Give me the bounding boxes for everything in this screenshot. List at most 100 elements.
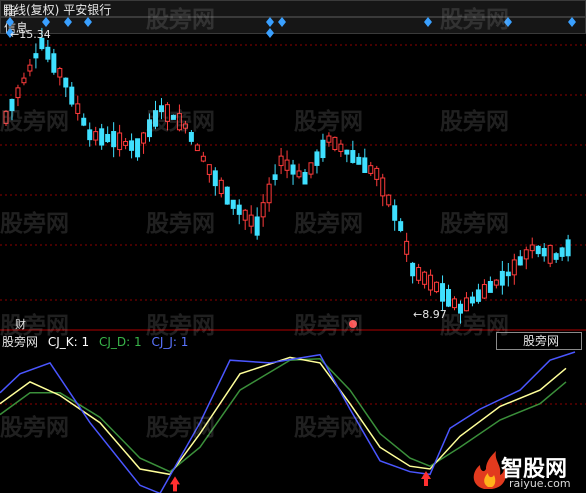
candle-body xyxy=(368,165,374,174)
event-diamond-icon xyxy=(64,17,72,27)
candle-body xyxy=(15,87,21,99)
candle-body xyxy=(547,244,553,264)
d-value: CJ_D: 1 xyxy=(98,335,142,349)
candle-body xyxy=(93,131,99,141)
candle-body xyxy=(57,68,63,78)
candle-body xyxy=(320,139,326,159)
candle-body xyxy=(135,138,141,158)
event-diamond-icon xyxy=(504,17,512,27)
candle-body xyxy=(278,155,284,167)
candle-body xyxy=(266,183,272,204)
candle-body xyxy=(422,271,428,285)
candle-body xyxy=(428,274,434,291)
candle-body xyxy=(147,119,153,138)
chart-canvas[interactable] xyxy=(0,0,586,493)
candle-body xyxy=(481,284,487,299)
candle-body xyxy=(248,214,254,227)
candle-body xyxy=(194,144,200,152)
candle-body xyxy=(463,297,469,312)
event-diamond-icon xyxy=(424,17,432,27)
candle-body xyxy=(230,199,236,209)
stock-name: 平安银行 xyxy=(63,3,112,17)
low-price-label: ←8.97 xyxy=(413,308,447,321)
candle-body xyxy=(523,249,529,260)
candle-body xyxy=(505,271,511,277)
j-value: CJ_J: 1 xyxy=(151,335,189,349)
event-diamond-icon xyxy=(266,17,274,27)
candle-body xyxy=(153,110,158,127)
candle-body xyxy=(206,164,212,175)
candle-body xyxy=(308,162,314,175)
candle-body xyxy=(254,216,260,236)
candle-body xyxy=(21,77,27,84)
chart-title: 日线(复权) 平安银行 xyxy=(2,3,111,17)
candle-body xyxy=(33,53,39,59)
candle-body xyxy=(392,205,398,221)
candle-body xyxy=(457,303,463,314)
candle-body xyxy=(302,171,308,185)
candle-body xyxy=(529,244,535,252)
k-value: CJ_K: 1 xyxy=(47,335,90,349)
candle-body xyxy=(386,194,392,206)
candle-body xyxy=(158,105,164,113)
candle-body xyxy=(350,150,356,163)
candle-body xyxy=(81,117,87,126)
indicator-name: 股旁网 xyxy=(2,335,39,349)
candle-body xyxy=(535,245,541,255)
indicator-legend: 股旁网 CJ_K: 1 CJ_D: 1 CJ_J: 1 xyxy=(2,335,194,349)
candle-body xyxy=(69,86,75,105)
candle-body xyxy=(164,104,170,122)
candle-body xyxy=(493,279,499,286)
event-diamond-icon xyxy=(84,17,92,27)
candle-body xyxy=(517,256,523,266)
candle-body xyxy=(374,167,380,180)
candle-body xyxy=(559,247,565,257)
candle-body xyxy=(487,281,493,293)
candle-body xyxy=(218,179,224,195)
candle-body xyxy=(398,221,404,231)
candle-body xyxy=(200,155,206,162)
candle-body xyxy=(87,129,93,141)
candle-body xyxy=(51,53,57,73)
candle-body xyxy=(344,149,350,155)
candle-body xyxy=(9,98,15,112)
candle-body xyxy=(356,156,362,165)
candle-body xyxy=(129,140,135,151)
candle-body xyxy=(475,289,481,302)
candle-body xyxy=(469,296,475,304)
candle-body xyxy=(182,123,188,129)
candle-body xyxy=(332,136,338,151)
candle-body xyxy=(188,131,194,142)
candle-body xyxy=(404,240,410,255)
candle-body xyxy=(99,128,105,146)
event-diamond-icon xyxy=(42,17,50,27)
candle-body xyxy=(296,170,302,178)
candle-body xyxy=(236,204,242,215)
candle-body xyxy=(410,262,416,277)
candle-body xyxy=(446,289,452,307)
candle-body xyxy=(290,164,296,175)
logo-url: raiyue.com xyxy=(509,477,571,490)
candle-body xyxy=(452,298,457,309)
event-diamond-icon xyxy=(568,17,576,27)
candle-body xyxy=(565,239,571,257)
candle-body xyxy=(338,143,344,152)
event-diamond-icon xyxy=(278,17,286,27)
indicator-selector[interactable]: 股旁网 xyxy=(496,332,582,350)
candle-body xyxy=(27,64,33,72)
buy-arrow-icon xyxy=(170,476,180,492)
candle-body xyxy=(326,135,332,143)
candle-body xyxy=(117,132,123,151)
event-diamond-icon xyxy=(6,17,14,27)
candle-body xyxy=(380,177,386,197)
candle-body xyxy=(3,110,9,124)
candle-body xyxy=(499,270,505,286)
candle-body xyxy=(123,141,129,146)
candle-body xyxy=(272,174,278,180)
candle-body xyxy=(212,170,218,187)
candle-body xyxy=(416,267,422,281)
finance-marker[interactable]: 财 xyxy=(15,318,26,332)
candle-body xyxy=(511,259,517,276)
candle-body xyxy=(141,132,147,144)
candle-body xyxy=(541,247,547,257)
